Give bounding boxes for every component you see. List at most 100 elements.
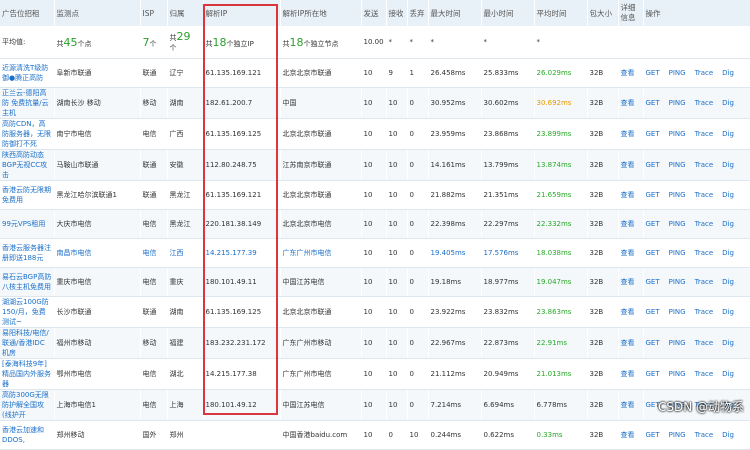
dig-action-link[interactable]: Dig <box>722 339 734 347</box>
ping-action-link[interactable]: PING <box>669 161 686 169</box>
column-header: 接收 <box>386 0 408 26</box>
column-header: 丢弃 <box>407 0 429 26</box>
view-details-link[interactable]: 查看 <box>621 431 635 439</box>
dig-action-link[interactable]: Dig <box>722 431 734 439</box>
get-action-link[interactable]: GET <box>646 278 660 286</box>
trace-action-link[interactable]: Trace <box>695 308 714 316</box>
view-details-link[interactable]: 查看 <box>621 401 635 409</box>
recv-count: 10 <box>386 296 408 328</box>
view-details-link[interactable]: 查看 <box>621 99 635 107</box>
sponsor-link[interactable]: 香港云服务器注册即送188元 <box>0 238 55 268</box>
details-cell[interactable]: 查看 <box>618 238 644 268</box>
ping-action-link[interactable]: PING <box>669 220 686 228</box>
region-cell: 黑龙江 <box>167 209 204 239</box>
get-action-link[interactable]: GET <box>646 69 660 77</box>
get-action-link[interactable]: GET <box>646 130 660 138</box>
trace-action-link[interactable]: Trace <box>695 370 714 378</box>
view-details-link[interactable]: 查看 <box>621 69 635 77</box>
sponsor-link[interactable]: 高防CDN，高防服务器，无限防御打不死 <box>0 118 55 150</box>
trace-action-link[interactable]: Trace <box>695 431 714 439</box>
dig-action-link[interactable]: Dig <box>722 99 734 107</box>
ping-action-link[interactable]: PING <box>669 130 686 138</box>
sponsor-link[interactable]: 高防300G无限防护解全国攻(线护开 <box>0 389 55 421</box>
trace-action-link[interactable]: Trace <box>695 130 714 138</box>
trace-action-link[interactable]: Trace <box>695 69 714 77</box>
get-action-link[interactable]: GET <box>646 339 660 347</box>
get-action-link[interactable]: GET <box>646 191 660 199</box>
ip-location: 北京北京市联通 <box>280 296 362 328</box>
view-details-link[interactable]: 查看 <box>621 220 635 228</box>
dig-action-link[interactable]: Dig <box>722 191 734 199</box>
details-cell[interactable]: 查看 <box>618 180 644 210</box>
trace-action-link[interactable]: Trace <box>695 161 714 169</box>
ping-action-link[interactable]: PING <box>669 99 686 107</box>
view-details-link[interactable]: 查看 <box>621 130 635 138</box>
details-cell[interactable]: 查看 <box>618 149 644 181</box>
trace-action-link[interactable]: Trace <box>695 99 714 107</box>
sponsor-link[interactable]: 易石云BGP高防八核主机免费用 <box>0 267 55 297</box>
sponsor-link[interactable]: 香港云加速和DDOS, <box>0 420 55 450</box>
view-details-link[interactable]: 查看 <box>621 278 635 286</box>
dig-action-link[interactable]: Dig <box>722 220 734 228</box>
trace-action-link[interactable]: Trace <box>695 339 714 347</box>
max-time: 7.214ms <box>428 389 482 421</box>
sponsor-link[interactable]: 正兰云-德阳高防 免费抗量/云主机 <box>0 87 55 119</box>
ping-action-link[interactable]: PING <box>669 339 686 347</box>
dig-action-link[interactable]: Dig <box>722 370 734 378</box>
details-cell[interactable]: 查看 <box>618 389 644 421</box>
details-cell[interactable]: 查看 <box>618 87 644 119</box>
table-row: 香港云防无限期免费用 黑龙江哈尔滨联通1 联通 黑龙江 61.135.169.121 北京… <box>0 180 750 210</box>
dig-action-link[interactable]: Dig <box>722 278 734 286</box>
details-cell[interactable]: 查看 <box>618 296 644 328</box>
dig-action-link[interactable]: Dig <box>722 161 734 169</box>
sponsor-link[interactable]: 近源清洗T级防御●腾正高防 <box>0 58 55 88</box>
dig-action-link[interactable]: Dig <box>722 69 734 77</box>
ping-action-link[interactable]: PING <box>669 278 686 286</box>
actions-cell: GET PING Trace Dig <box>643 296 750 328</box>
details-cell[interactable]: 查看 <box>618 209 644 239</box>
trace-action-link[interactable]: Trace <box>695 249 714 257</box>
drop-count: 0 <box>407 267 429 297</box>
get-action-link[interactable]: GET <box>646 99 660 107</box>
sponsor-link[interactable]: 99元VPS租用 <box>0 209 55 239</box>
packet-size: 32B <box>587 389 619 421</box>
sponsor-link[interactable]: [泰海科技9年] 精品国内外服务器 <box>0 358 55 390</box>
monitor-node: 鄂州市电信 <box>54 358 141 390</box>
dig-action-link[interactable]: Dig <box>722 308 734 316</box>
trace-action-link[interactable]: Trace <box>695 191 714 199</box>
sponsor-link[interactable]: 易阳科技/电信/联通/香港IDC机房 <box>0 327 55 359</box>
view-details-link[interactable]: 查看 <box>621 161 635 169</box>
view-details-link[interactable]: 查看 <box>621 249 635 257</box>
view-details-link[interactable]: 查看 <box>621 370 635 378</box>
ping-action-link[interactable]: PING <box>669 431 686 439</box>
trace-action-link[interactable]: Trace <box>695 220 714 228</box>
dig-action-link[interactable]: Dig <box>722 249 734 257</box>
monitor-node: 南昌市电信 <box>54 238 141 268</box>
details-cell[interactable]: 查看 <box>618 358 644 390</box>
details-cell[interactable]: 查看 <box>618 267 644 297</box>
view-details-link[interactable]: 查看 <box>621 191 635 199</box>
ping-action-link[interactable]: PING <box>669 191 686 199</box>
details-cell[interactable]: 查看 <box>618 118 644 150</box>
view-details-link[interactable]: 查看 <box>621 308 635 316</box>
get-action-link[interactable]: GET <box>646 220 660 228</box>
get-action-link[interactable]: GET <box>646 249 660 257</box>
get-action-link[interactable]: GET <box>646 161 660 169</box>
get-action-link[interactable]: GET <box>646 308 660 316</box>
get-action-link[interactable]: GET <box>646 431 660 439</box>
sponsor-link[interactable]: 湖湖云100G防150/月，免费测试~ <box>0 296 55 328</box>
table-row: 99元VPS租用 大庆市电信 电信 黑龙江 220.181.38.149 北京北京市电信 1… <box>0 209 750 239</box>
trace-action-link[interactable]: Trace <box>695 278 714 286</box>
dig-action-link[interactable]: Dig <box>722 130 734 138</box>
details-cell[interactable]: 查看 <box>618 327 644 359</box>
ping-action-link[interactable]: PING <box>669 69 686 77</box>
ping-action-link[interactable]: PING <box>669 308 686 316</box>
ping-action-link[interactable]: PING <box>669 249 686 257</box>
ping-action-link[interactable]: PING <box>669 370 686 378</box>
details-cell[interactable]: 查看 <box>618 58 644 88</box>
details-cell[interactable]: 查看 <box>618 420 644 450</box>
view-details-link[interactable]: 查看 <box>621 339 635 347</box>
sponsor-link[interactable]: 陕西高防动态BGP无视CC攻击 <box>0 149 55 181</box>
sponsor-link[interactable]: 香港云防无限期免费用 <box>0 180 55 210</box>
get-action-link[interactable]: GET <box>646 370 660 378</box>
